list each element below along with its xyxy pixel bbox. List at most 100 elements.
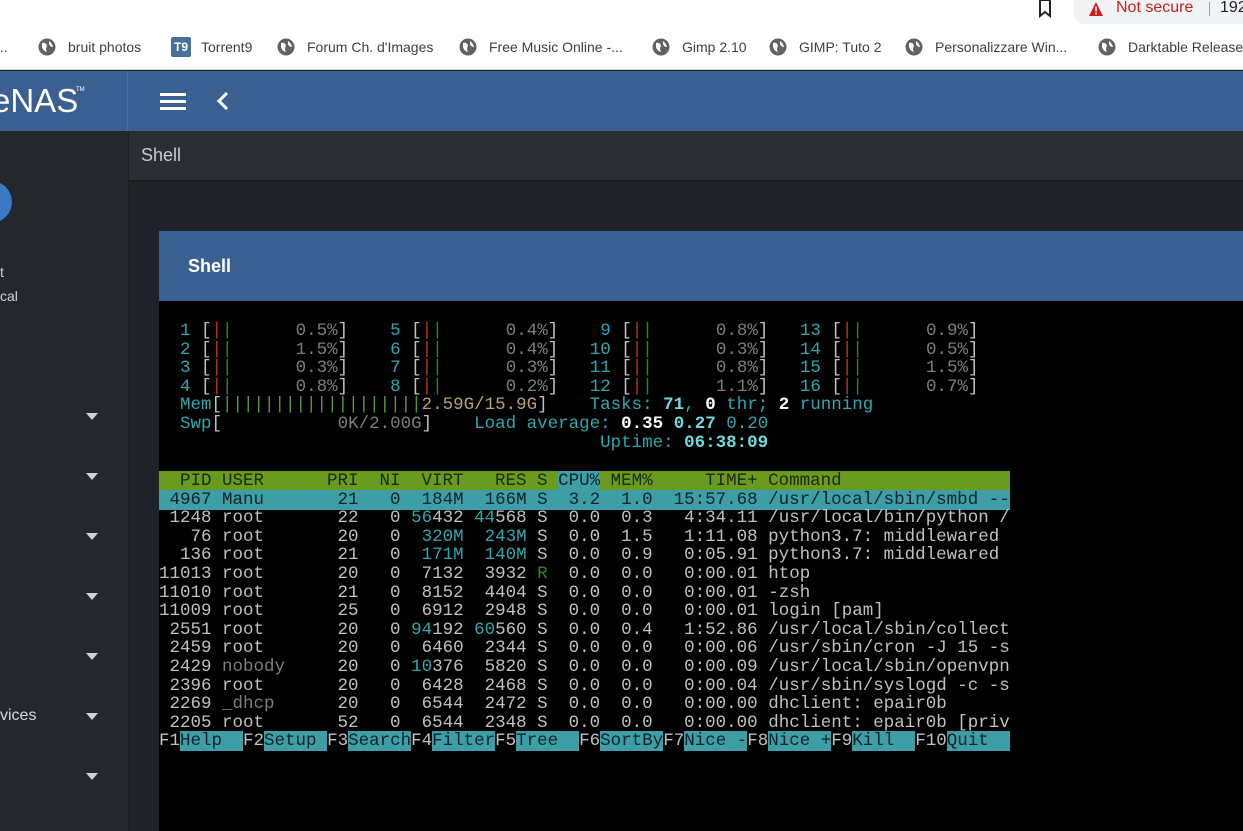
process-pri-ni: 52 0 bbox=[327, 712, 412, 733]
term-text: [ bbox=[621, 339, 632, 360]
chevron-left-icon[interactable] bbox=[213, 90, 233, 112]
bookmark-item[interactable]: Darktable Release bbox=[1098, 37, 1243, 57]
process-mem: 166M bbox=[474, 489, 538, 510]
term-text bbox=[716, 414, 727, 434]
caret-down-icon bbox=[86, 473, 98, 480]
function-key: F6 bbox=[579, 731, 601, 752]
app-logo: eNAS bbox=[0, 82, 79, 119]
function-key-label[interactable]: Search bbox=[348, 731, 412, 752]
cpu-bar: | bbox=[432, 339, 443, 360]
process-stats: 0.0 0.0 0:00.06 bbox=[558, 638, 769, 659]
bookmark-label: Gimp 2.10 bbox=[682, 39, 747, 55]
bookmark-item[interactable]: Free Music Online -... bbox=[459, 37, 623, 57]
process-row[interactable]: 4967 Manu 21 0 184M 166M S 3.2 1.0 15:57… bbox=[159, 489, 1243, 510]
sidebar-item[interactable] bbox=[0, 467, 128, 487]
cpu-percent: 0.8% bbox=[652, 358, 758, 379]
sidebar-user-name: t bbox=[0, 264, 4, 280]
bookmark-star-icon[interactable] bbox=[1036, 0, 1054, 18]
function-key-label[interactable]: Nice + bbox=[768, 731, 832, 752]
process-stats: 0.0 0.0 0:00.01 bbox=[558, 601, 769, 622]
cpu-core-number: 14 bbox=[789, 339, 832, 360]
function-key-label[interactable]: Kill bbox=[852, 731, 916, 752]
process-row[interactable]: 2459 root 20 0 6460 2344 S 0.0 0.0 0:00.… bbox=[159, 639, 1243, 658]
cpu-bar: | bbox=[421, 376, 433, 397]
cpu-core-number: 11 bbox=[579, 358, 622, 379]
terminal[interactable]: 1 [|| 0.5%] 5 [|| 0.4%] 9 [|| 0.8%] 13 [… bbox=[159, 322, 1243, 831]
process-row[interactable]: 76 root 20 0 320M 243M S 0.0 1.5 1:11.08… bbox=[159, 526, 1243, 547]
process-pid: 11009 bbox=[159, 601, 223, 622]
term-text: ] bbox=[757, 358, 769, 379]
cpu-core-number: 6 bbox=[369, 339, 412, 360]
process-row[interactable]: 136 root 21 0 171M 140M S 0.0 0.9 0:05.9… bbox=[159, 546, 1243, 565]
process-state: S bbox=[537, 619, 559, 640]
process-mem: 432 bbox=[432, 508, 475, 529]
function-key-label[interactable]: Nice - bbox=[684, 731, 748, 752]
process-pri-ni: 20 0 bbox=[327, 638, 412, 659]
function-key-label[interactable]: SortBy bbox=[600, 731, 664, 752]
term-text bbox=[348, 340, 369, 360]
avatar[interactable] bbox=[0, 175, 18, 229]
function-key-label[interactable]: Filter bbox=[432, 731, 496, 752]
logo-area[interactable]: eNAS TM bbox=[0, 71, 128, 131]
process-mem: 6 bbox=[411, 601, 433, 622]
process-pri-ni: 20 0 bbox=[327, 675, 412, 696]
sidebar-item[interactable] bbox=[0, 407, 128, 427]
process-stats: 0.0 0.0 0:00.04 bbox=[558, 675, 769, 696]
term-text: [ bbox=[211, 414, 223, 434]
process-row[interactable]: 2269 _dhcp 20 0 6544 2472 S 0.0 0.0 0:00… bbox=[159, 695, 1243, 714]
tasks-thr-label: thr; bbox=[715, 395, 779, 416]
process-pid: 2269 bbox=[159, 694, 223, 715]
process-row[interactable]: 2396 root 20 0 6428 2468 S 0.0 0.0 0:00.… bbox=[159, 675, 1243, 696]
process-pri-ni: 21 0 bbox=[327, 545, 412, 566]
bookmark-item[interactable]: T9 Torrent9 bbox=[171, 37, 252, 57]
cpu-bar: | bbox=[642, 376, 653, 397]
process-row[interactable]: 2551 root 20 0 94192 60560 S 0.0 0.4 1:5… bbox=[159, 619, 1243, 640]
sidebar-item-services[interactable]: vices bbox=[0, 707, 128, 727]
function-key-bar: F1Help F2Setup F3SearchF4FilterF5Tree F6… bbox=[159, 731, 1243, 752]
warning-icon bbox=[1089, 2, 1103, 16]
process-command: python3.7: middlewared bbox=[768, 526, 1010, 547]
bookmark-item[interactable]: bruit photos bbox=[38, 37, 141, 57]
process-row[interactable]: 11010 root 21 0 8152 4404 S 0.0 0.0 0:00… bbox=[159, 583, 1243, 603]
function-key-label[interactable]: Setup bbox=[264, 731, 328, 752]
process-pid: 2396 bbox=[159, 675, 223, 696]
process-state: S bbox=[537, 675, 559, 696]
process-mem: 820 bbox=[495, 657, 538, 677]
process-row[interactable]: 2205 root 52 0 6544 2348 S 0.0 0.0 0:00.… bbox=[159, 712, 1243, 733]
bookmark-item[interactable]: ... bbox=[0, 37, 8, 57]
sidebar-item[interactable] bbox=[0, 647, 128, 667]
function-key-label[interactable]: Quit bbox=[946, 731, 1010, 752]
not-secure-label[interactable]: Not secure bbox=[1116, 0, 1193, 17]
process-mem: 472 bbox=[495, 694, 538, 715]
term-text bbox=[663, 414, 674, 434]
function-key-label[interactable]: Help bbox=[180, 731, 244, 752]
process-pri-ni: 20 0 bbox=[327, 526, 412, 547]
process-row[interactable]: 1248 root 22 0 56432 44568 S 0.0 0.3 4:3… bbox=[159, 509, 1243, 528]
process-row[interactable]: 11009 root 25 0 6912 2948 S 0.0 0.0 0:00… bbox=[159, 602, 1243, 621]
term-text bbox=[348, 377, 369, 397]
term-text: ] bbox=[547, 339, 559, 360]
term-text: [ bbox=[621, 358, 632, 379]
function-key-label[interactable]: Tree bbox=[516, 731, 580, 752]
cpu-core-number: 7 bbox=[369, 358, 412, 379]
hamburger-menu-icon[interactable] bbox=[160, 90, 186, 112]
sidebar-item[interactable] bbox=[0, 527, 128, 547]
sidebar-item[interactable] bbox=[0, 587, 128, 607]
process-row[interactable]: 11013 root 20 0 7132 3932 R 0.0 0.0 0:00… bbox=[159, 565, 1243, 584]
bookmark-item[interactable]: Forum Ch. d'Images bbox=[277, 37, 433, 57]
process-user: root bbox=[222, 601, 328, 622]
cpu-percent: 0.8% bbox=[232, 376, 338, 397]
address-url[interactable]: 192 bbox=[1220, 0, 1243, 17]
cpu-percent: 0.3% bbox=[232, 358, 338, 379]
bookmark-item[interactable]: Gimp 2.10 bbox=[652, 37, 747, 57]
cpu-percent: 0.5% bbox=[862, 339, 968, 360]
process-row[interactable]: 2429 nobody 20 0 10376 5820 S 0.0 0.0 0:… bbox=[159, 658, 1243, 677]
tasks-count: 71 bbox=[663, 395, 685, 416]
bookmark-item[interactable]: Personalizzare Win... bbox=[905, 37, 1067, 57]
process-command: htop bbox=[768, 564, 1010, 584]
globe-icon bbox=[459, 38, 477, 56]
sidebar-item[interactable] bbox=[0, 767, 128, 787]
globe-icon bbox=[38, 38, 56, 56]
process-pid: 4967 bbox=[159, 489, 223, 510]
bookmark-item[interactable]: GIMP: Tuto 2 bbox=[769, 37, 881, 57]
